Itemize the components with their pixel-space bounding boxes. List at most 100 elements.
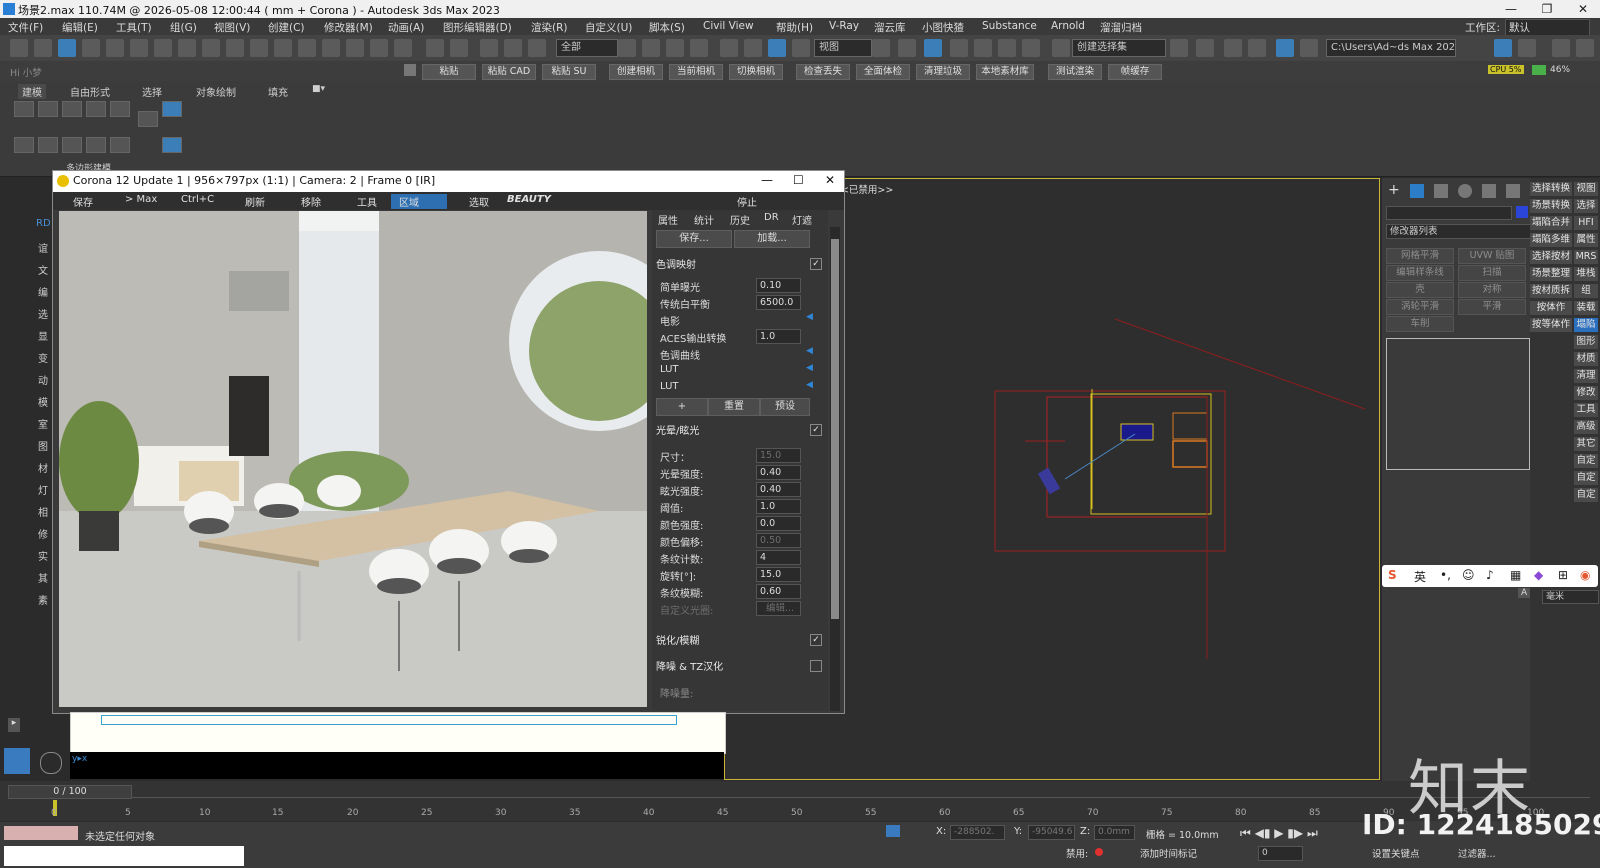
render-setup-icon[interactable] xyxy=(178,39,196,57)
ribbon-options-icon[interactable]: ■▾ xyxy=(312,84,325,94)
preset-button[interactable]: 预设 xyxy=(760,398,810,416)
left-cmd-item[interactable]: RD xyxy=(36,218,51,229)
expand-arrow-icon[interactable]: ◀ xyxy=(806,346,813,356)
plugin-btn[interactable]: 属性 xyxy=(1574,233,1598,247)
left-cmd-item[interactable]: 选 xyxy=(36,306,50,321)
poly-tool-icon[interactable] xyxy=(14,101,34,117)
bloom-row[interactable]: 眩光强度: 0.40 xyxy=(660,482,820,498)
turbosmooth-button[interactable]: 涡轮平滑 xyxy=(1386,299,1454,315)
ime-skin-icon[interactable]: ◆ xyxy=(1534,568,1543,582)
menu-modifiers[interactable]: 修改器(M) xyxy=(324,20,373,35)
render-teapot-icon[interactable] xyxy=(1576,39,1594,57)
paste-button[interactable]: 粘贴 xyxy=(422,64,476,80)
poly-tool-icon[interactable] xyxy=(162,101,182,117)
sharpen-checkbox[interactable]: ✓ xyxy=(810,634,822,646)
unlink-selection-icon[interactable] xyxy=(504,39,522,57)
expand-arrow-icon[interactable]: ◀ xyxy=(806,363,813,373)
row-value[interactable]: 0.0 xyxy=(756,516,801,531)
redo-icon[interactable] xyxy=(450,39,468,57)
menu-substance[interactable]: Substance xyxy=(982,20,1037,32)
left-cmd-item[interactable]: 变 xyxy=(36,350,50,365)
left-cmd-item[interactable]: 编 xyxy=(36,284,50,299)
left-cmd-item[interactable]: 室 xyxy=(36,416,50,431)
ime-extra-icon[interactable]: ◉ xyxy=(1580,568,1590,582)
plugin-btn[interactable]: 按材质拆 xyxy=(1530,284,1572,298)
plugin-btn[interactable]: 场景整理 xyxy=(1530,267,1572,281)
menu-vray[interactable]: V-Ray xyxy=(829,20,859,32)
select-by-name-icon[interactable] xyxy=(642,39,660,57)
poly-tool-icon[interactable] xyxy=(14,137,34,153)
rotate-icon[interactable] xyxy=(744,39,762,57)
maxscript-listener[interactable] xyxy=(4,826,78,840)
poly-tool-icon[interactable] xyxy=(86,101,106,117)
move-icon[interactable] xyxy=(720,39,738,57)
current-camera-button[interactable]: 当前相机 xyxy=(669,64,723,80)
plugin-btn[interactable]: 自定 xyxy=(1574,454,1598,468)
object-icon[interactable] xyxy=(370,39,388,57)
bloom-row[interactable]: 颜色强度: 0.0 xyxy=(660,516,820,532)
reset-button[interactable]: 重置 xyxy=(708,398,760,416)
plugin-btn[interactable]: 自定 xyxy=(1574,488,1598,502)
lathe-button[interactable]: 车削 xyxy=(1386,316,1454,332)
edit-named-sets-icon[interactable] xyxy=(1052,39,1070,57)
bloom-row[interactable]: 旋转[°]: 15.0 xyxy=(660,567,820,583)
selection-filter-dropdown[interactable]: 全部 xyxy=(556,39,618,57)
plugin-btn[interactable]: 工具 xyxy=(1574,403,1598,417)
menu-archive[interactable]: 溜溜归档 xyxy=(1100,20,1142,35)
left-cmd-item[interactable]: 材 xyxy=(36,460,50,475)
sogou-icon[interactable]: S xyxy=(1388,568,1397,582)
tonemap-row[interactable]: ACES输出转换 1.0 xyxy=(660,329,820,345)
plugin-btn[interactable]: 按等体作 xyxy=(1530,318,1572,332)
object-name-input[interactable] xyxy=(1386,206,1512,220)
mesh-smooth-button[interactable]: 网格平滑 xyxy=(1386,248,1454,264)
create-tab-icon[interactable]: + xyxy=(1388,182,1400,198)
poly-tool-icon[interactable] xyxy=(138,111,158,127)
plugin-btn[interactable]: 自定 xyxy=(1574,471,1598,485)
tonemap-checkbox[interactable]: ✓ xyxy=(810,258,822,270)
sun-icon[interactable] xyxy=(82,39,100,57)
poly-tool-icon[interactable] xyxy=(38,137,58,153)
viewport-white-panel[interactable] xyxy=(70,712,726,754)
bind-spacewarp-icon[interactable] xyxy=(528,39,546,57)
full-check-button[interactable]: 全面体检 xyxy=(856,64,910,80)
add-operator-button[interactable]: + xyxy=(656,398,708,416)
paste-su-button[interactable]: 粘贴 SU xyxy=(542,64,596,80)
display-tab-icon[interactable] xyxy=(1482,184,1496,198)
home-icon[interactable] xyxy=(404,64,416,76)
camera-icon[interactable] xyxy=(130,39,148,57)
ime-lang[interactable]: 英 xyxy=(1414,568,1426,585)
row-value[interactable]: 1.0 xyxy=(756,499,801,514)
key-filters-button[interactable]: 过滤器... xyxy=(1458,846,1496,860)
manipulate-icon[interactable] xyxy=(898,39,916,57)
record-icon[interactable] xyxy=(1095,848,1103,856)
bloom-row[interactable]: 光晕强度: 0.40 xyxy=(660,465,820,481)
menu-arnold[interactable]: Arnold xyxy=(1051,20,1085,32)
local-library-button[interactable]: 本地素材库 xyxy=(976,64,1034,80)
menu-xiaotu[interactable]: 小图快猹 xyxy=(922,20,964,35)
frame-icon[interactable] xyxy=(322,39,340,57)
menu-create[interactable]: 创建(C) xyxy=(268,20,305,35)
left-cmd-item[interactable]: 显 xyxy=(36,328,50,343)
close-button[interactable]: ✕ xyxy=(1566,0,1600,18)
menu-liuyun[interactable]: 溜云库 xyxy=(874,20,906,35)
expand-arrow-icon[interactable]: ◀ xyxy=(806,312,813,322)
plugin-btn[interactable]: 高级 xyxy=(1574,420,1598,434)
maximize-button[interactable]: ❐ xyxy=(1530,0,1564,18)
snap-icon[interactable] xyxy=(950,39,968,57)
panel-save-button[interactable]: 保存... xyxy=(656,230,732,248)
row-value[interactable]: 6500.0 xyxy=(756,295,801,310)
fb-copy-button[interactable]: Ctrl+C xyxy=(181,194,214,205)
shell-button[interactable]: 壳 xyxy=(1386,282,1454,298)
row-value[interactable]: 1.0 xyxy=(756,329,801,344)
workspace-dropdown[interactable]: 默认 xyxy=(1505,19,1590,36)
denoise-checkbox[interactable] xyxy=(810,660,822,672)
plugin-btn[interactable]: 修改 xyxy=(1574,386,1598,400)
unit-dropdown[interactable]: 毫米 xyxy=(1542,590,1599,604)
reference-coord-dropdown[interactable]: 视图 xyxy=(814,39,872,57)
schematic-icon[interactable] xyxy=(1300,39,1318,57)
fb-close-button[interactable]: ✕ xyxy=(825,173,835,187)
ime-emoji-icon[interactable]: ☺ xyxy=(1462,568,1475,582)
fb-tools-button[interactable]: 工具 xyxy=(357,194,377,209)
plugin-btn[interactable]: 选择转换 xyxy=(1530,182,1572,196)
teapot-icon[interactable] xyxy=(202,39,220,57)
